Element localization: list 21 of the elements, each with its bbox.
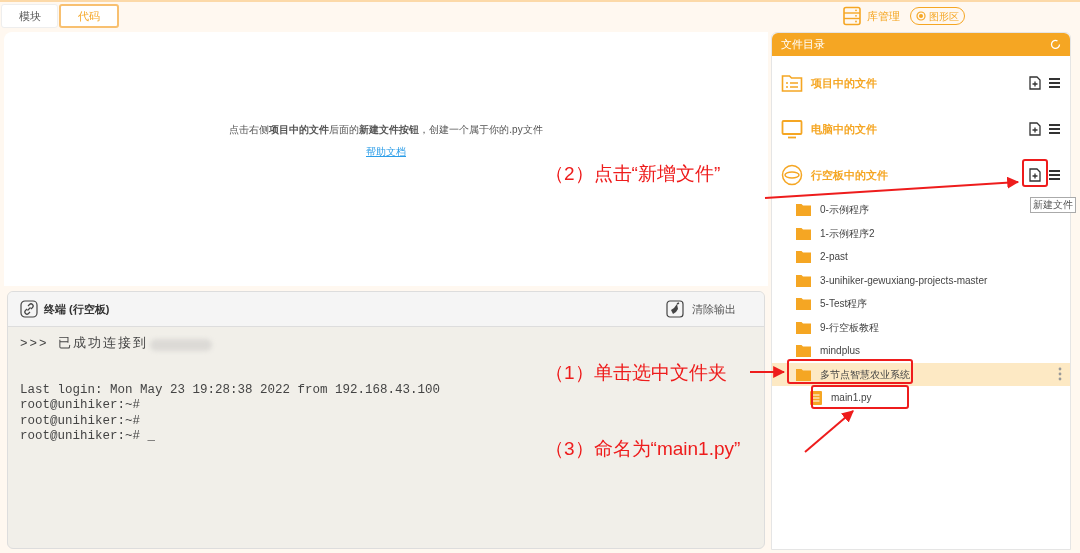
item-label: mindplus	[820, 344, 861, 359]
terminal-line: root@unihiker:~# _	[20, 429, 157, 445]
item-label: 3-unihiker-gewuxiang-projects-master	[820, 273, 988, 288]
item-label: 9-行空板教程	[820, 320, 879, 335]
tooltip: 新建文件	[1030, 197, 1076, 213]
annotation-text: （3）命名为“main1.py”	[545, 437, 741, 461]
item-label: 5-Test程序	[820, 297, 868, 312]
terminal-title: 终端 (行空板)	[44, 301, 110, 317]
terminal-line: root@unihiker:~#	[20, 413, 142, 429]
item-label: 多节点智慧农业系统	[820, 367, 910, 382]
annotation-text: （2）点击“新增文件”	[545, 162, 721, 186]
item-label: main1.py	[831, 391, 872, 406]
terminal-line: root@unihiker:~#	[20, 398, 142, 414]
item-label: 1-示例程序2	[820, 226, 875, 241]
item-label: 0-示例程序	[820, 203, 869, 218]
terminal-line: Last login: Mon May 23 19:28:38 2022 from 192.168.43.100	[20, 382, 442, 398]
panel-title: 文件目录	[781, 37, 825, 53]
item-label: 2-past	[820, 250, 848, 265]
annotation-text: （1）单击选中文件夹	[545, 361, 727, 385]
terminal-line: >>> 已成功连接到	[20, 337, 148, 353]
hint-text: 点击右侧项目中的文件后面的新建文件按钮，创建一个属于你的.py文件	[229, 123, 543, 137]
